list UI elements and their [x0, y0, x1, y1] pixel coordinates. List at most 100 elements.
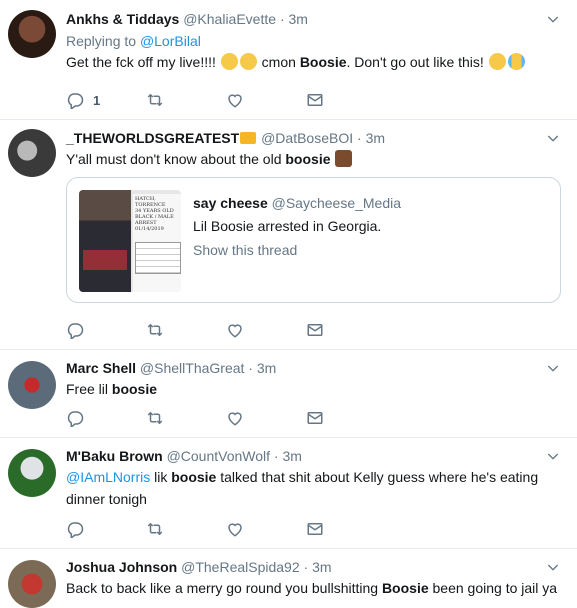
- caret-down-icon[interactable]: [545, 558, 561, 576]
- retweet-button[interactable]: [146, 520, 226, 538]
- message-icon: [306, 321, 324, 339]
- user-handle[interactable]: @KhaliaEvette: [183, 11, 276, 27]
- retweet-icon: [146, 91, 164, 109]
- retweet-icon: [146, 321, 164, 339]
- timestamp[interactable]: 3m: [366, 130, 385, 146]
- photo-shirt-print: [83, 250, 127, 270]
- reply-count: 1: [93, 92, 101, 108]
- user-handle[interactable]: @DatBoseBOI: [261, 130, 353, 146]
- user-handle[interactable]: @CountVonWolf: [167, 448, 270, 464]
- reply-button[interactable]: [66, 520, 146, 538]
- retweet-button[interactable]: [146, 409, 226, 427]
- reply-icon: [66, 409, 84, 427]
- replying-to: Replying to @LorBilal: [66, 32, 567, 50]
- separator-dot: ·: [303, 559, 309, 575]
- display-name[interactable]: Joshua Johnson: [66, 559, 177, 575]
- caret-down-icon[interactable]: [545, 10, 561, 28]
- reply-icon: [66, 520, 84, 538]
- highlighted-term: boosie: [111, 381, 158, 397]
- folded-hands-emoji: [335, 150, 353, 167]
- doc-line: HATCH, TORRENCE: [135, 196, 166, 208]
- retweet-icon: [146, 409, 164, 427]
- like-icon: [226, 520, 244, 538]
- message-button[interactable]: [306, 321, 386, 339]
- caret-down-icon[interactable]: [545, 129, 561, 147]
- reply-icon: [66, 321, 84, 339]
- text-segment: . Don't go out like this!: [346, 54, 488, 70]
- doc-table: [135, 242, 181, 274]
- mention-link[interactable]: @LorBilal: [140, 33, 201, 49]
- message-button[interactable]: [306, 409, 386, 427]
- user-handle[interactable]: @TheRealSpida92: [181, 559, 300, 575]
- message-icon: [306, 91, 324, 109]
- message-button[interactable]: [306, 520, 386, 538]
- avatar[interactable]: [8, 10, 56, 58]
- quoted-user-handle: @Saycheese_Media: [271, 195, 402, 211]
- tweet[interactable]: Joshua Johnson @TheRealSpida92 · 3m Back…: [0, 548, 577, 608]
- display-name[interactable]: M'Baku Brown: [66, 448, 163, 464]
- caret-down-icon[interactable]: [545, 359, 561, 377]
- quoted-tweet[interactable]: HATCH, TORRENCE 34 YEARS OLD BLACK / MAL…: [66, 177, 561, 303]
- avatar[interactable]: [8, 361, 56, 409]
- separator-dot: ·: [357, 130, 362, 146]
- like-button[interactable]: [226, 409, 306, 427]
- like-button[interactable]: [226, 520, 306, 538]
- tweet-text: Y'all must don't know about the old boos…: [66, 149, 567, 169]
- retweet-button[interactable]: [146, 91, 226, 109]
- crown-emoji: [240, 132, 257, 144]
- tweet[interactable]: _THEWORLDSGREATEST @DatBoseBOI · 3m Y'al…: [0, 119, 577, 350]
- separator-dot: ·: [248, 360, 253, 376]
- tweet[interactable]: Ankhs & Tiddays @KhaliaEvette · 3m Reply…: [0, 0, 577, 120]
- text-segment: Get the fck off my live!!!!: [66, 54, 220, 70]
- avatar[interactable]: [8, 129, 56, 177]
- timestamp[interactable]: 3m: [282, 448, 301, 464]
- reply-button[interactable]: [66, 321, 146, 339]
- doc-line: 01/14/2019: [135, 226, 164, 232]
- highlighted-term: Boosie: [299, 54, 347, 70]
- timestamp[interactable]: 3m: [312, 559, 331, 575]
- worried-face-emoji: [239, 53, 257, 70]
- avatar[interactable]: [8, 449, 56, 497]
- separator-dot: ·: [279, 11, 285, 27]
- display-name[interactable]: Marc Shell: [66, 360, 136, 376]
- display-name[interactable]: Ankhs & Tiddays: [66, 11, 179, 27]
- tweet-header: Marc Shell @ShellThaGreat · 3m: [66, 359, 567, 377]
- tweet[interactable]: Marc Shell @ShellThaGreat · 3m Free lil …: [0, 349, 577, 438]
- text-segment: lik: [150, 469, 172, 485]
- mention-link[interactable]: @IAmLNorris: [66, 469, 150, 485]
- quoted-display-name: say cheese: [193, 195, 268, 211]
- tweet-actions: [66, 408, 386, 428]
- reply-button[interactable]: 1: [66, 91, 146, 109]
- timestamp[interactable]: 3m: [257, 360, 276, 376]
- display-name[interactable]: _THEWORLDSGREATEST: [66, 130, 239, 146]
- quoted-tweet-image[interactable]: HATCH, TORRENCE 34 YEARS OLD BLACK / MAL…: [79, 190, 181, 292]
- like-icon: [226, 409, 244, 427]
- caret-down-icon[interactable]: [545, 447, 561, 465]
- message-button[interactable]: [306, 91, 386, 109]
- avatar[interactable]: [8, 560, 56, 608]
- reply-icon: [66, 91, 84, 109]
- message-icon: [306, 520, 324, 538]
- like-icon: [226, 91, 244, 109]
- quoted-tweet-header: say cheese @Saycheese_Media: [193, 194, 401, 212]
- tweet[interactable]: M'Baku Brown @CountVonWolf · 3m @IAmLNor…: [0, 437, 577, 549]
- tweet-text: Back to back like a merry go round you b…: [66, 578, 567, 598]
- loudly-crying-face-emoji: [507, 53, 525, 70]
- highlighted-term: boosie: [171, 469, 217, 485]
- retweet-button[interactable]: [146, 321, 226, 339]
- photo-person: [79, 190, 131, 292]
- replying-label: Replying to: [66, 33, 137, 49]
- like-button[interactable]: [226, 91, 306, 109]
- text-segment: Y'all must don't know about the old: [66, 151, 286, 167]
- separator-dot: ·: [273, 448, 279, 464]
- message-icon: [306, 409, 324, 427]
- tweet-actions: [66, 320, 386, 340]
- like-button[interactable]: [226, 321, 306, 339]
- reply-button[interactable]: [66, 409, 146, 427]
- show-thread-link[interactable]: Show this thread: [193, 240, 401, 260]
- timestamp[interactable]: 3m: [289, 11, 308, 27]
- text-segment: talked that shit about Kelly guess where…: [216, 469, 539, 485]
- user-handle[interactable]: @ShellThaGreat: [140, 360, 244, 376]
- worried-face-emoji: [220, 53, 238, 70]
- tweet-text-line2: dinner tonigh: [66, 491, 147, 507]
